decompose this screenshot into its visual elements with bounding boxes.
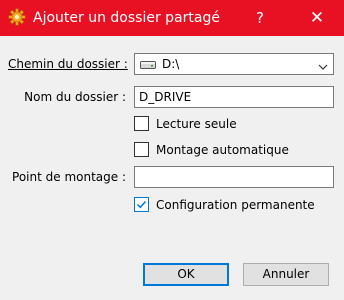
title-bar[interactable]: Ajouter un dossier partagé ? ✕: [0, 0, 344, 36]
window-title: Ajouter un dossier partagé: [33, 10, 220, 26]
folder-path-value: D:\: [162, 57, 180, 71]
cancel-button[interactable]: Annuler: [243, 263, 329, 286]
chevron-down-icon[interactable]: [318, 60, 328, 70]
help-button[interactable]: ?: [240, 0, 280, 36]
permanent-configuration-label: Configuration permanente: [156, 198, 315, 212]
mount-point-input[interactable]: [134, 166, 334, 188]
checkbox-box[interactable]: [134, 197, 149, 212]
read-only-label: Lecture seule: [156, 117, 237, 131]
mount-point-label: Point de montage :: [12, 170, 126, 184]
checkbox-box[interactable]: [134, 116, 149, 131]
auto-mount-label: Montage automatique: [156, 143, 289, 157]
checkbox-box[interactable]: [134, 142, 149, 157]
close-button[interactable]: ✕: [294, 0, 340, 36]
folder-path-combobox[interactable]: D:\: [134, 53, 334, 75]
add-shared-folder-dialog: Ajouter un dossier partagé ? ✕ Chemin du…: [0, 0, 344, 300]
virtualbox-gear-icon: [8, 8, 26, 26]
folder-name-input[interactable]: [134, 86, 334, 108]
folder-name-label: Nom du dossier :: [24, 90, 126, 104]
ok-button[interactable]: OK: [143, 263, 229, 286]
checkmark-icon: [136, 200, 147, 209]
hard-drive-icon: [140, 59, 156, 70]
folder-path-label: Chemin du dossier :: [8, 57, 128, 71]
